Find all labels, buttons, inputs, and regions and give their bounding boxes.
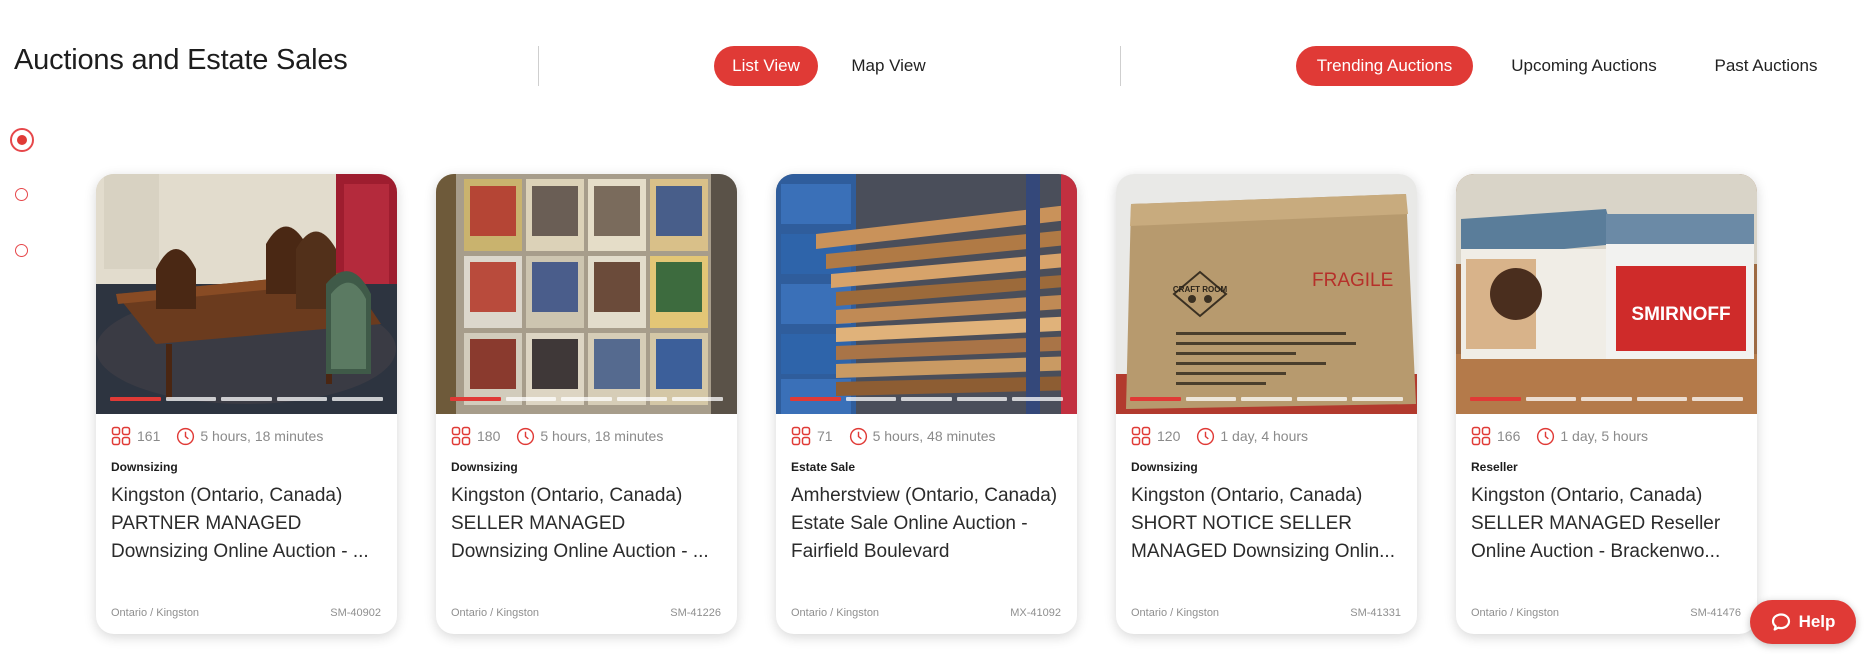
auction-title[interactable]: Amherstview (Ontario, Canada) Estate Sal… — [791, 482, 1067, 566]
auction-title[interactable]: Kingston (Ontario, Canada) SHORT NOTICE … — [1131, 482, 1407, 566]
auction-location: Ontario / Kingston — [1471, 607, 1560, 619]
auction-category: Estate Sale — [791, 460, 856, 474]
auction-code: MX-41092 — [1010, 607, 1061, 619]
image-progress — [450, 397, 723, 401]
clock-icon — [1197, 427, 1215, 445]
auction-title[interactable]: Kingston (Ontario, Canada) SELLER MANAGE… — [451, 482, 727, 566]
clock-icon — [849, 427, 867, 445]
auction-code: SM-41331 — [1350, 607, 1401, 619]
trending-auctions-tab[interactable]: Trending Auctions — [1296, 46, 1473, 86]
auction-category: Downsizing — [451, 460, 518, 474]
pager-dot-3[interactable] — [15, 244, 28, 257]
dining-table-photo — [96, 174, 397, 414]
auction-location: Ontario / Kingston — [111, 607, 200, 619]
lot-count: 71 — [817, 428, 833, 444]
image-progress — [790, 397, 1063, 401]
hockey-cards-photo — [436, 174, 737, 414]
lumber-shelves-photo — [776, 174, 1077, 414]
map-view-tab[interactable]: Map View — [836, 46, 941, 86]
chat-bubble-icon — [1771, 613, 1790, 631]
auction-card[interactable]: SMIRNOFF 166 1 day, 5 hours Reseller Kin… — [1456, 174, 1757, 634]
image-progress — [110, 397, 383, 401]
auction-location: Ontario / Kingston — [1131, 607, 1220, 619]
help-button[interactable]: Help — [1750, 600, 1856, 644]
auction-code: SM-41226 — [670, 607, 721, 619]
auction-code: SM-41476 — [1690, 607, 1741, 619]
lot-count: 166 — [1497, 428, 1521, 444]
box-brand-text: SMIRNOFF — [1631, 304, 1730, 325]
pager-dot-2[interactable] — [15, 188, 28, 201]
lots-grid-icon — [1131, 426, 1151, 446]
auction-location: Ontario / Kingston — [451, 607, 540, 619]
list-view-tab[interactable]: List View — [714, 46, 818, 86]
auction-card[interactable]: CRAFT ROOM FRAGILE 120 1 day, 4 hours Do… — [1116, 174, 1417, 634]
lots-grid-icon — [111, 426, 131, 446]
auction-code: SM-40902 — [330, 607, 381, 619]
time-left: 5 hours, 18 minutes — [540, 428, 664, 444]
vinyl-records-photo: SMIRNOFF — [1456, 174, 1757, 414]
lot-count: 120 — [1157, 428, 1181, 444]
clock-icon — [1537, 427, 1555, 445]
auction-title[interactable]: Kingston (Ontario, Canada) PARTNER MANAG… — [111, 482, 387, 566]
lot-count: 180 — [477, 428, 501, 444]
image-progress — [1130, 397, 1403, 401]
time-left: 5 hours, 48 minutes — [872, 428, 996, 444]
lot-count: 161 — [137, 428, 161, 444]
auction-category: Downsizing — [1131, 460, 1198, 474]
box-brand-text: CRAFT ROOM — [1173, 285, 1228, 294]
cardboard-box-photo: CRAFT ROOM FRAGILE — [1116, 174, 1417, 414]
auction-category: Reseller — [1471, 460, 1518, 474]
page-title: Auctions and Estate Sales — [14, 44, 348, 76]
upcoming-auctions-tab[interactable]: Upcoming Auctions — [1494, 46, 1674, 86]
time-left: 1 day, 5 hours — [1560, 428, 1649, 444]
lots-grid-icon — [791, 426, 811, 446]
auction-location: Ontario / Kingston — [791, 607, 880, 619]
clock-icon — [177, 427, 195, 445]
auction-card[interactable]: 180 5 hours, 18 minutes Downsizing Kings… — [436, 174, 737, 634]
auction-category: Downsizing — [111, 460, 178, 474]
pager-dot-1[interactable] — [10, 128, 34, 152]
image-progress — [1470, 397, 1743, 401]
auction-card[interactable]: 161 5 hours, 18 minutes Downsizing Kings… — [96, 174, 397, 634]
header-divider-left — [538, 46, 539, 86]
time-left: 5 hours, 18 minutes — [200, 428, 324, 444]
header-divider-right — [1120, 46, 1121, 86]
auction-card[interactable]: 71 5 hours, 48 minutes Estate Sale Amher… — [776, 174, 1077, 634]
auction-title[interactable]: Kingston (Ontario, Canada) SELLER MANAGE… — [1471, 482, 1747, 566]
past-auctions-tab[interactable]: Past Auctions — [1698, 46, 1834, 86]
time-left: 1 day, 4 hours — [1220, 428, 1309, 444]
box-fragile-text: FRAGILE — [1312, 270, 1393, 291]
lots-grid-icon — [1471, 426, 1491, 446]
help-label: Help — [1798, 612, 1836, 631]
clock-icon — [517, 427, 535, 445]
lots-grid-icon — [451, 426, 471, 446]
